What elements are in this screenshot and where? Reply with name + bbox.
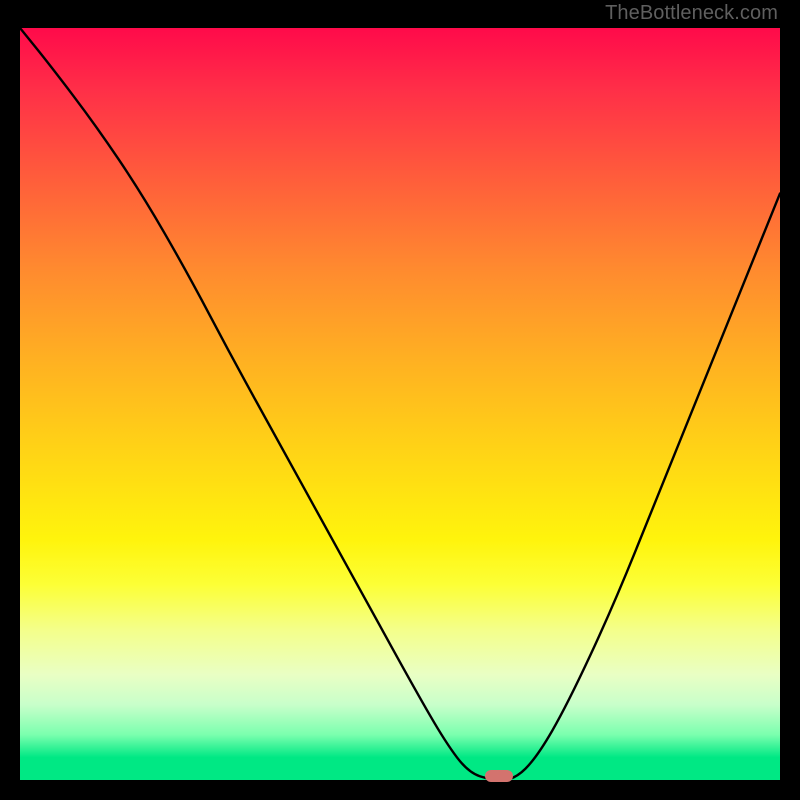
plot-area — [20, 28, 780, 780]
optimal-marker — [485, 770, 513, 782]
watermark-text: TheBottleneck.com — [605, 2, 778, 25]
chart-frame: TheBottleneck.com — [0, 0, 800, 800]
gradient-background — [20, 28, 780, 780]
